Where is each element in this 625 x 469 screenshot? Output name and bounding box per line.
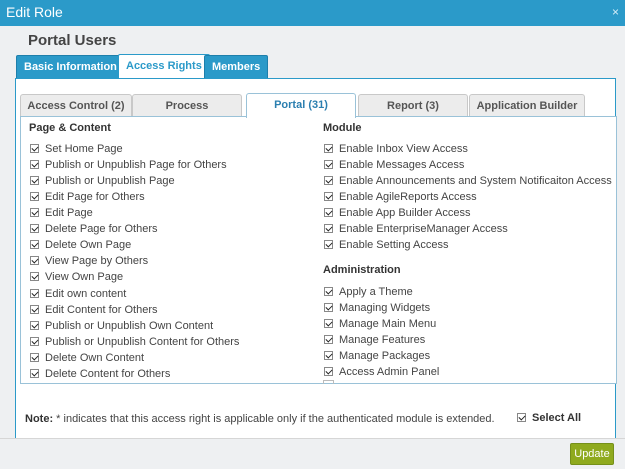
checkbox-checked[interactable] [324,159,333,169]
permission-item[interactable]: Enable Announcements and System Notifica… [324,174,612,188]
tab-basic-information[interactable]: Basic Information [16,55,125,78]
note-label: Note: [25,413,54,425]
checkbox-checked[interactable] [30,159,39,169]
permission-item[interactable]: Enable Setting Access [324,238,448,252]
checkbox-checked[interactable] [324,175,333,185]
permission-item[interactable]: Publish or Unpublish Page [30,174,175,188]
permission-item[interactable]: Publish or Unpublish Own Content [30,319,213,333]
subtab-process[interactable]: Process [132,94,242,117]
permission-item[interactable]: Manage Features [324,333,425,347]
checkbox-checked[interactable] [30,271,39,281]
checkbox-checked[interactable] [30,143,39,153]
permission-item[interactable]: Enable EnterpriseManager Access [324,222,508,236]
permission-item[interactable]: Enable App Builder Access [324,206,470,220]
footnote: Note: * indicates that this access right… [25,413,495,425]
permission-item[interactable]: Edit Page for Others [30,190,145,204]
checkbox-checked[interactable] [324,366,333,376]
checkbox-checked[interactable] [30,320,39,330]
close-icon[interactable]: × [612,5,619,19]
permission-item[interactable]: Access Admin Panel [324,365,439,379]
permission-item[interactable]: Publish or Unpublish Page for Others [30,158,227,172]
permission-item[interactable]: Edit Page [30,206,93,220]
permission-item[interactable]: View Own Page [30,270,123,284]
checkbox-checked[interactable] [324,239,333,249]
permission-item[interactable]: Apply a Theme [324,285,413,299]
checkbox-checked[interactable] [30,336,39,346]
checkbox-checked[interactable] [324,191,333,201]
checkbox-checked[interactable] [324,302,333,312]
dialog-title: Edit Role [6,4,63,20]
permission-item[interactable]: Edit own content [30,287,126,301]
permission-item[interactable]: Enable Inbox View Access [324,142,468,156]
checkbox-checked[interactable] [30,207,39,217]
clipped-checkbox [323,380,334,384]
checkbox-checked[interactable] [30,304,39,314]
permission-item[interactable]: Publish or Unpublish Content for Others [30,335,239,349]
subtab-access-control[interactable]: Access Control (2) [20,94,132,117]
subtab-application-builder[interactable]: Application Builder [469,94,585,117]
tab-access-rights[interactable]: Access Rights [118,54,210,79]
note-text: * indicates that this access right is ap… [53,413,495,425]
tab-members[interactable]: Members [204,55,269,78]
permission-item[interactable]: Manage Main Menu [324,317,436,331]
checkbox-checked[interactable] [30,239,39,249]
update-button[interactable]: Update [570,443,614,465]
footer-divider [0,438,625,439]
checkbox-checked[interactable] [30,223,39,233]
checkbox-checked[interactable] [30,368,39,378]
section-title-page-content: Page & Content [29,122,111,134]
section-title-module: Module [323,122,362,134]
permission-item[interactable]: Enable Messages Access [324,158,464,172]
checkbox-checked[interactable] [30,191,39,201]
checkbox-checked[interactable] [324,143,333,153]
permission-item[interactable]: Managing Widgets [324,301,430,315]
permission-item[interactable]: Set Home Page [30,142,123,156]
permission-item[interactable]: Edit Content for Others [30,303,158,317]
checkbox-checked[interactable] [324,350,333,360]
permission-item[interactable]: Enable AgileReports Access [324,190,477,204]
subtab-report[interactable]: Report (3) [358,94,468,117]
subtab-portal[interactable]: Portal (31) [246,93,356,118]
permission-item[interactable]: Delete Content for Others [30,367,170,381]
checkbox-checked[interactable] [30,175,39,185]
checkbox-checked[interactable] [30,288,39,298]
checkbox-checked[interactable] [324,286,333,296]
checkbox-checked[interactable] [324,318,333,328]
checkbox-checked[interactable] [30,255,39,265]
dialog-titlebar: Edit Role × [0,0,625,26]
permission-item[interactable]: Delete Own Page [30,238,131,252]
select-all-label: Select All [532,412,582,424]
select-all-checkbox[interactable]: Select All [517,412,581,424]
role-name: Portal Users [28,32,117,49]
permission-item[interactable]: Delete Own Content [30,351,144,365]
section-title-administration: Administration [323,264,401,276]
checkbox-checked[interactable] [324,207,333,217]
permission-item[interactable]: Manage Packages [324,349,430,363]
checkbox-checked[interactable] [30,352,39,362]
checkbox-checked[interactable] [324,223,333,233]
permission-item[interactable]: Delete Page for Others [30,222,158,236]
permission-item[interactable]: View Page by Others [30,254,148,268]
checkbox-checked[interactable] [517,412,526,422]
checkbox-checked[interactable] [324,334,333,344]
